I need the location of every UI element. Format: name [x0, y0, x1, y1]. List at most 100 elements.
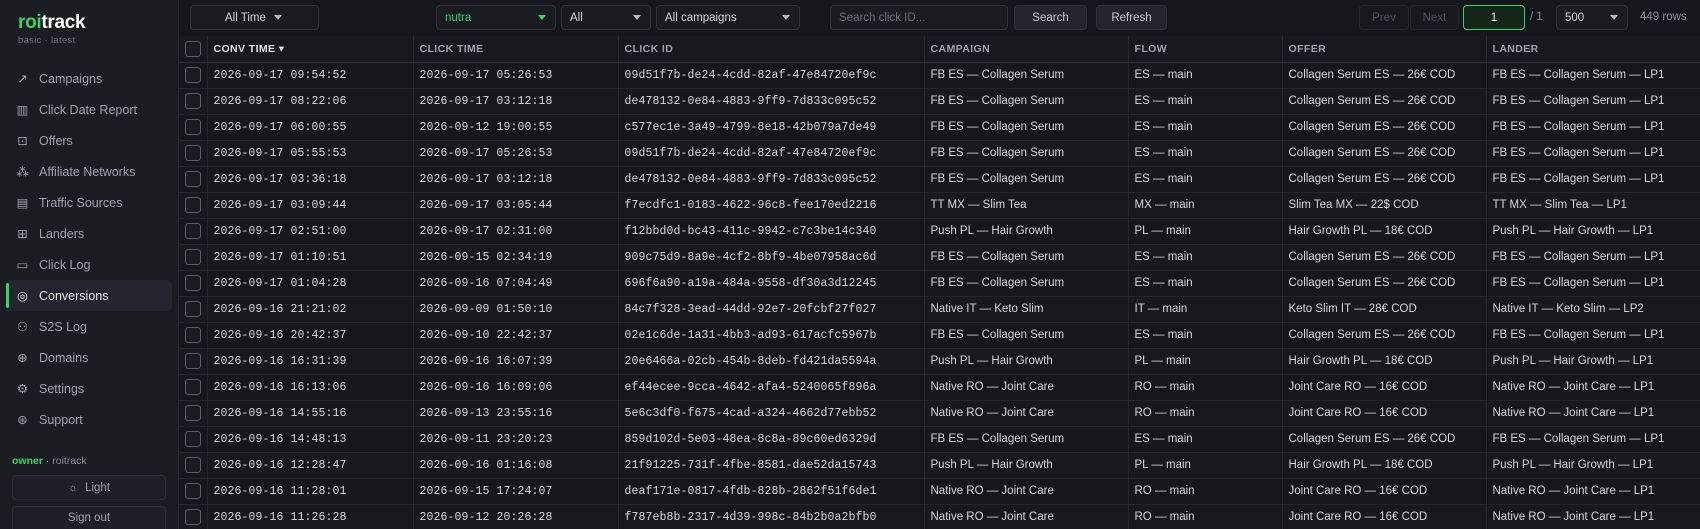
table-row[interactable]: 2026-09-17 02:51:00 2026-09-17 02:31:00 f1…: [179, 218, 1700, 245]
toolbar: All Time nutra All All campaigns Search …: [179, 0, 1700, 36]
table-row[interactable]: 2026-09-17 03:36:18 2026-09-17 03:12:18 de…: [179, 166, 1700, 193]
table-row[interactable]: 2026-09-16 12:28:47 2026-09-16 01:16:08 21…: [179, 452, 1700, 479]
table-row[interactable]: 2026-09-16 14:55:16 2026-09-13 23:55:16 5e…: [179, 400, 1700, 427]
sidebar-item-s2s-log[interactable]: ⚇ S2S Log: [6, 311, 172, 342]
sidebar-item-offers[interactable]: ⊡ Offers: [6, 125, 172, 156]
table-row[interactable]: 2026-09-17 08:22:06 2026-09-17 03:12:18 de…: [179, 88, 1700, 115]
table-row[interactable]: 2026-09-17 01:04:28 2026-09-16 07:04:49 69…: [179, 270, 1700, 297]
date-range-select[interactable]: All Time: [190, 5, 319, 30]
sidebar-item-click-date-report[interactable]: ▥ Click Date Report: [6, 94, 172, 125]
table-cell: Push PL — Hair Growth: [924, 452, 1129, 479]
sidebar-item-domains[interactable]: ⊕ Domains: [6, 342, 172, 373]
row-checkbox[interactable]: [185, 119, 201, 135]
column-header-campaign[interactable]: CAMPAIGN: [924, 36, 1129, 63]
row-checkbox[interactable]: [185, 197, 201, 213]
row-checkbox[interactable]: [185, 405, 201, 421]
table-cell: 09d51f7b-de24-4cdd-82af-47e84720ef9c: [618, 140, 925, 167]
sidebar-item-label: Settings: [39, 381, 85, 396]
table-row[interactable]: 2026-09-17 03:09:44 2026-09-17 03:05:44 f7…: [179, 192, 1700, 219]
row-select-cell: [179, 166, 208, 193]
column-header-flow[interactable]: FLOW: [1128, 36, 1283, 63]
vertical-filter-select[interactable]: nutra: [436, 5, 556, 30]
page-input[interactable]: [1464, 11, 1524, 24]
sidebar-item-settings[interactable]: ⚙ Settings: [6, 373, 172, 404]
table-cell: 2026-09-16 07:04:49: [413, 270, 619, 297]
sidebar-item-landers[interactable]: ⊞ Landers: [6, 218, 172, 249]
sidebar-item-traffic-sources[interactable]: ▤ Traffic Sources: [6, 187, 172, 218]
table-row[interactable]: 2026-09-16 21:21:02 2026-09-09 01:50:10 84…: [179, 296, 1700, 323]
sidebar-item-affiliate-networks[interactable]: ⁂ Affiliate Networks: [6, 156, 172, 187]
row-checkbox[interactable]: [185, 509, 201, 525]
table-row[interactable]: 2026-09-17 06:00:55 2026-09-12 19:00:55 c5…: [179, 114, 1700, 141]
row-checkbox[interactable]: [185, 379, 201, 395]
table-cell: PL — main: [1128, 218, 1283, 245]
campaign-filter-select[interactable]: All campaigns: [656, 5, 800, 30]
table-cell: ES — main: [1128, 62, 1283, 89]
page-total: / 1: [1530, 11, 1543, 23]
table-cell: 2026-09-16 16:09:06: [413, 374, 619, 401]
column-header-offer[interactable]: OFFER: [1282, 36, 1487, 63]
row-checkbox[interactable]: [185, 67, 201, 83]
sign-out-button[interactable]: Sign out: [12, 506, 166, 529]
search-button[interactable]: Search: [1014, 5, 1087, 30]
table-row[interactable]: 2026-09-16 16:31:39 2026-09-16 16:07:39 20…: [179, 348, 1700, 375]
table-cell: Hair Growth PL — 18€ COD: [1282, 348, 1487, 375]
table-cell: 2026-09-16 12:28:47: [207, 452, 414, 479]
row-checkbox[interactable]: [185, 145, 201, 161]
sidebar-item-campaigns[interactable]: ↗ Campaigns: [6, 63, 172, 94]
sidebar-item-label: Domains: [39, 350, 89, 365]
refresh-button[interactable]: Refresh: [1096, 5, 1167, 30]
table-cell: 2026-09-16 16:07:39: [413, 348, 619, 375]
sidebar: roitrack basic · latest ↗ Campaigns ▥ Click…: [0, 0, 179, 529]
table-cell: FB ES — Collagen Serum: [924, 114, 1129, 141]
click-id-search[interactable]: [830, 5, 1008, 30]
table-cell: 2026-09-17 03:12:18: [413, 166, 619, 193]
chevron-down-icon: [782, 15, 790, 20]
column-header-lander[interactable]: LANDER: [1486, 36, 1700, 63]
next-page-button[interactable]: Next: [1410, 5, 1459, 30]
row-checkbox[interactable]: [185, 353, 201, 369]
conversions-table-container: CONV TIME ▾ CLICK TIME CLICK ID CAMPAIGN FLO…: [179, 36, 1700, 529]
row-select-cell: [179, 348, 208, 375]
table-row[interactable]: 2026-09-16 20:42:37 2026-09-10 22:42:37 02…: [179, 322, 1700, 349]
row-checkbox[interactable]: [185, 93, 201, 109]
select-all-checkbox[interactable]: [185, 40, 201, 57]
table-cell: Native RO — Joint Care: [924, 400, 1129, 427]
row-checkbox[interactable]: [185, 327, 201, 343]
table-cell: ES — main: [1128, 322, 1283, 349]
table-row[interactable]: 2026-09-16 16:13:06 2026-09-16 16:09:06 ef…: [179, 374, 1700, 401]
table-row[interactable]: 2026-09-16 14:48:13 2026-09-11 23:20:23 85…: [179, 426, 1700, 453]
table-cell: 2026-09-17 05:55:53: [207, 140, 414, 167]
column-header-click-time[interactable]: CLICK TIME: [413, 36, 619, 63]
theme-toggle-button[interactable]: ☼ Light: [12, 475, 166, 500]
sidebar-item-click-log[interactable]: ▭ Click Log: [6, 249, 172, 280]
row-select-cell: [179, 270, 208, 297]
rows-per-page-select[interactable]: 500: [1556, 5, 1628, 30]
row-checkbox[interactable]: [185, 249, 201, 265]
sidebar-item-conversions[interactable]: ◎ Conversions: [6, 280, 172, 311]
row-checkbox[interactable]: [185, 275, 201, 291]
row-checkbox[interactable]: [185, 171, 201, 187]
page-number-field[interactable]: [1463, 5, 1525, 30]
sidebar-item-label: Click Log: [39, 257, 91, 272]
column-header-conv-time[interactable]: CONV TIME ▾: [207, 36, 414, 63]
table-row[interactable]: 2026-09-16 11:28:01 2026-09-15 17:24:07 de…: [179, 478, 1700, 505]
status-filter-select[interactable]: All: [561, 5, 651, 30]
brand-logo[interactable]: roitrack basic · latest: [18, 12, 86, 46]
prev-page-button[interactable]: Prev: [1359, 5, 1409, 30]
row-checkbox[interactable]: [185, 457, 201, 473]
row-checkbox[interactable]: [185, 223, 201, 239]
table-cell: FB ES — Collagen Serum — LP1: [1486, 270, 1700, 297]
table-row[interactable]: 2026-09-17 05:55:53 2026-09-17 05:26:53 09…: [179, 140, 1700, 167]
search-input[interactable]: [831, 11, 1007, 24]
table-cell: 2026-09-16 14:48:13: [207, 426, 414, 453]
row-checkbox[interactable]: [185, 301, 201, 317]
table-row[interactable]: 2026-09-17 09:54:52 2026-09-17 05:26:53 09…: [179, 62, 1700, 89]
row-checkbox[interactable]: [185, 431, 201, 447]
sidebar-item-support[interactable]: ⊛ Support: [6, 404, 172, 435]
table-row[interactable]: 2026-09-16 11:26:28 2026-09-12 20:26:28 f7…: [179, 504, 1700, 529]
row-checkbox[interactable]: [185, 483, 201, 499]
table-cell: 2026-09-17 09:54:52: [207, 62, 414, 89]
column-header-click-id[interactable]: CLICK ID: [618, 36, 925, 63]
table-row[interactable]: 2026-09-17 01:10:51 2026-09-15 02:34:19 90…: [179, 244, 1700, 271]
